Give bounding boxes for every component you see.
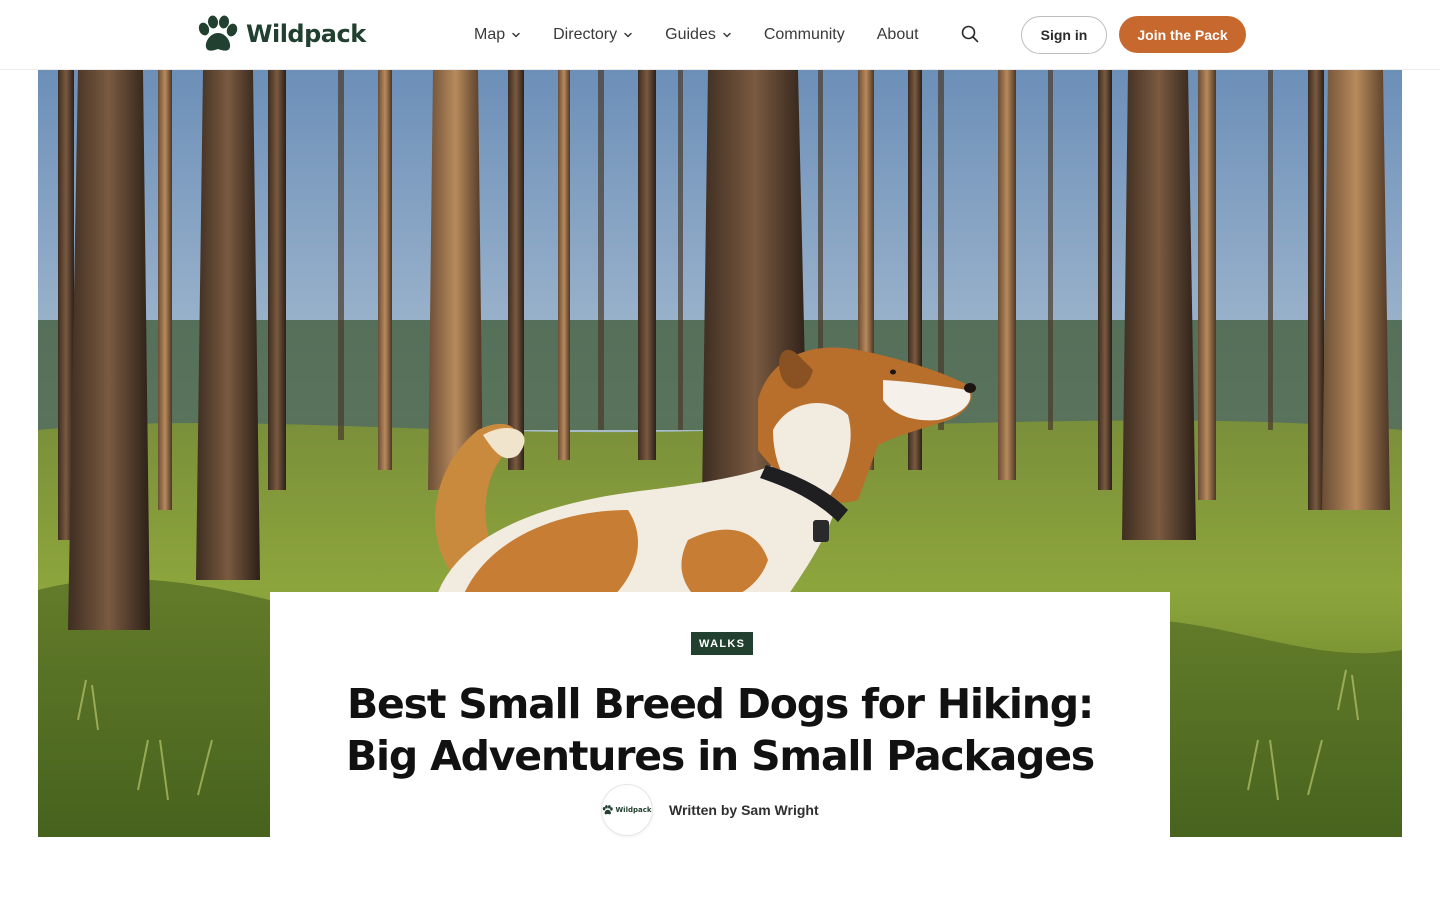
avatar-brand-text: Wildpack xyxy=(615,806,652,814)
nav-item-label: Community xyxy=(763,26,845,43)
nav-item-map[interactable]: Map xyxy=(474,26,521,44)
article-header-card: WALKS Best Small Breed Dogs for Hiking: … xyxy=(270,592,1170,837)
article-title-line-1: Best Small Breed Dogs for Hiking: xyxy=(346,680,1094,728)
paw-icon xyxy=(603,805,614,815)
nav-item-label: Directory xyxy=(553,26,618,43)
chevron-down-icon xyxy=(624,32,632,38)
nav-item-label: Map xyxy=(474,26,506,43)
logo-link[interactable]: Wildpack xyxy=(196,14,366,54)
nav-item-about[interactable]: About xyxy=(877,26,919,44)
site-header: Wildpack Map Directory Guides Community … xyxy=(0,0,1440,70)
nav-item-directory[interactable]: Directory xyxy=(553,26,633,44)
chevron-down-icon xyxy=(723,32,731,38)
search-icon xyxy=(961,25,979,43)
category-tag[interactable]: WALKS xyxy=(691,632,754,655)
nav-item-guides[interactable]: Guides xyxy=(665,26,732,44)
article-title-line-2: Big Adventures in Small Packages xyxy=(345,732,1095,780)
main-nav: Map Directory Guides Community About xyxy=(474,0,919,70)
article-title: Best Small Breed Dogs for Hiking: Big Ad… xyxy=(270,678,1170,782)
paw-logo-icon xyxy=(198,15,238,51)
nav-item-label: Guides xyxy=(665,26,716,43)
author-avatar[interactable]: Wildpack xyxy=(601,784,653,836)
sign-in-button[interactable]: Sign in xyxy=(1021,16,1107,54)
nav-item-label: About xyxy=(876,26,919,43)
join-the-pack-button[interactable]: Join the Pack xyxy=(1119,16,1246,53)
search-button[interactable] xyxy=(960,24,982,46)
nav-item-community[interactable]: Community xyxy=(764,26,845,44)
logo-text: Wildpack xyxy=(246,20,366,48)
author-byline: Wildpack Written by Sam Wright xyxy=(601,784,819,836)
author-name[interactable]: Written by Sam Wright xyxy=(669,802,819,818)
chevron-down-icon xyxy=(512,32,520,38)
